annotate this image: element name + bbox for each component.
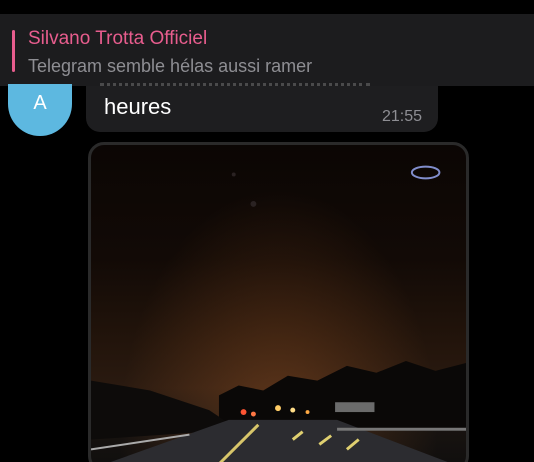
pinned-text: Telegram semble hélas aussi ramer [28, 56, 313, 76]
head-light [290, 407, 296, 413]
message-text: heures [104, 94, 172, 119]
tree-line [218, 361, 466, 430]
avatar-letter: A [33, 92, 47, 114]
guard-rail [337, 427, 466, 431]
clipped-text-line [100, 80, 370, 86]
tail-light [250, 411, 256, 417]
night-road-photo [91, 165, 466, 462]
head-light [275, 405, 281, 412]
tail-light [240, 409, 247, 415]
chat-area: A heures 21:55 [0, 83, 534, 462]
reflection-dot [231, 172, 236, 177]
telegram-chat-screen: Silvano Trotta Officiel Telegram semble … [0, 0, 534, 462]
head-light [305, 410, 310, 415]
reflection-light [410, 165, 441, 180]
pinned-accent-line [12, 30, 15, 72]
sender-avatar[interactable]: A [8, 84, 72, 136]
message-time: 21:55 [381, 108, 422, 125]
pinned-message-bar[interactable]: Silvano Trotta Officiel Telegram semble … [0, 14, 534, 86]
photo-message[interactable] [88, 142, 469, 462]
pinned-title: Silvano Trotta Officiel [28, 28, 208, 49]
reflection-dot [250, 200, 257, 207]
road-sign [335, 402, 375, 413]
status-strip [0, 0, 534, 14]
message-bubble[interactable]: heures 21:55 [86, 83, 438, 132]
